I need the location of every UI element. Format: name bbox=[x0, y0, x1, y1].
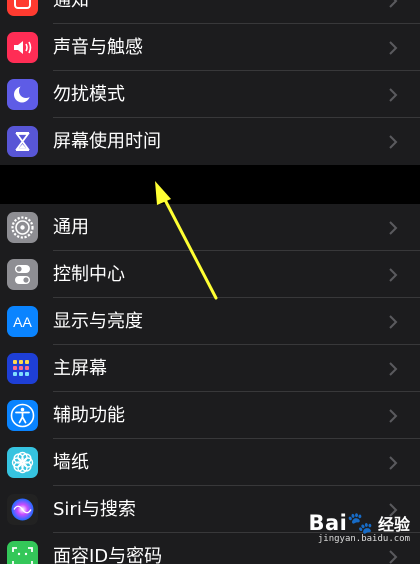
chevron-right-icon bbox=[389, 268, 398, 282]
chevron-right-icon bbox=[389, 135, 398, 149]
watermark-url: jingyan.baidu.com bbox=[317, 534, 410, 544]
notifications-icon bbox=[7, 0, 38, 16]
settings-row-label: Siri与搜索 bbox=[53, 499, 136, 520]
settings-row-label: 通用 bbox=[53, 217, 89, 238]
settings-row-do-not-disturb[interactable]: 勿扰模式 bbox=[0, 71, 420, 118]
chevron-right-icon bbox=[389, 409, 398, 423]
chevron-right-icon bbox=[389, 315, 398, 329]
settings-row-wallpaper[interactable]: 墙纸 bbox=[0, 439, 420, 486]
settings-row-accessibility[interactable]: 辅助功能 bbox=[0, 392, 420, 439]
face-id-icon bbox=[7, 541, 38, 564]
text-size-glyph: AA bbox=[13, 313, 32, 330]
speaker-icon bbox=[7, 32, 38, 63]
chevron-right-icon bbox=[389, 41, 398, 55]
settings-row-label: 勿扰模式 bbox=[53, 84, 125, 105]
settings-row-label: 屏幕使用时间 bbox=[53, 131, 161, 152]
chevron-right-icon bbox=[389, 88, 398, 102]
paw-icon: 🐾 bbox=[347, 511, 374, 535]
settings-row-general[interactable]: 通用 bbox=[0, 204, 420, 251]
chevron-right-icon bbox=[389, 362, 398, 376]
settings-row-label: 墙纸 bbox=[53, 452, 89, 473]
hourglass-icon bbox=[7, 126, 38, 157]
settings-row-label: 显示与亮度 bbox=[53, 311, 143, 332]
settings-row-label: 辅助功能 bbox=[53, 405, 125, 426]
settings-row-control-center[interactable]: 控制中心 bbox=[0, 251, 420, 298]
flower-icon bbox=[7, 447, 38, 478]
settings-row-label: 主屏幕 bbox=[53, 358, 107, 379]
settings-row-label: 通知 bbox=[53, 0, 89, 11]
gear-icon bbox=[7, 212, 38, 243]
toggles-icon bbox=[7, 259, 38, 290]
settings-row-home-screen[interactable]: 主屏幕 bbox=[0, 345, 420, 392]
settings-row-screen-time[interactable]: 屏幕使用时间 bbox=[0, 118, 420, 165]
watermark-logo-text: Bai bbox=[308, 511, 348, 535]
settings-group-notifications: 通知 声音与触感 勿扰模式 屏幕使用时间 bbox=[0, 0, 420, 165]
baidu-jingyan-watermark: Bai🐾 经验 jingyan.baidu.com bbox=[308, 511, 410, 544]
settings-row-display-brightness[interactable]: AA 显示与亮度 bbox=[0, 298, 420, 345]
text-size-icon: AA bbox=[7, 306, 38, 337]
settings-row-sounds[interactable]: 声音与触感 bbox=[0, 24, 420, 71]
home-grid-icon bbox=[7, 353, 38, 384]
siri-icon bbox=[7, 494, 38, 525]
settings-row-notifications[interactable]: 通知 bbox=[0, 0, 420, 24]
chevron-right-icon bbox=[389, 221, 398, 235]
settings-row-label: 面容ID与密码 bbox=[53, 546, 163, 564]
chevron-right-icon bbox=[389, 550, 398, 564]
chevron-right-icon bbox=[389, 0, 398, 8]
settings-row-label: 声音与触感 bbox=[53, 37, 143, 58]
accessibility-icon bbox=[7, 400, 38, 431]
moon-icon bbox=[7, 79, 38, 110]
chevron-right-icon bbox=[389, 456, 398, 470]
watermark-jingyan-text: 经验 bbox=[377, 515, 410, 534]
settings-row-label: 控制中心 bbox=[53, 264, 125, 285]
settings-group-general: 通用 控制中心 AA 显示与亮度 主屏幕 辅助功能 墙纸 Siri与搜索 面容I… bbox=[0, 204, 420, 564]
